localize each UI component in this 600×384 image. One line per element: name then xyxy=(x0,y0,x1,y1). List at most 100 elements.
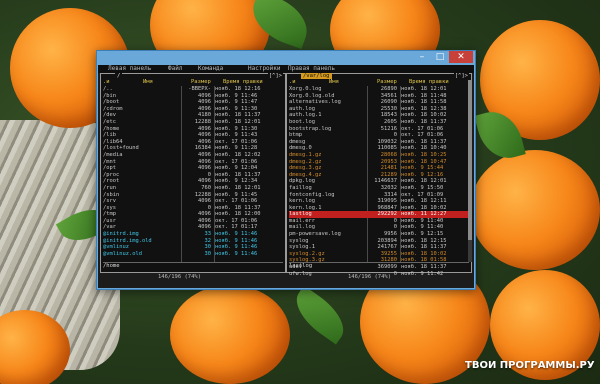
file-row[interactable]: /run 760 нояб. 18 12:01 xyxy=(103,185,283,192)
file-row[interactable]: Xorg.0.log 26890 нояб. 18 12:01 xyxy=(289,86,469,93)
file-row[interactable]: /proc 0 нояб. 18 11:37 xyxy=(103,172,283,179)
menu-options[interactable]: Настройки xyxy=(248,65,281,73)
file-row[interactable]: dmesg.3.gz 21481 нояб. 9 15:44 xyxy=(289,165,469,172)
mc-window: – □ ✕ Левая панель Файл Команда Настройк… xyxy=(96,50,476,290)
file-name: kern.log xyxy=(289,198,315,205)
file-mtime: нояб. 9 11:30 xyxy=(215,125,258,132)
file-row[interactable]: /root 4096 нояб. 9 12:34 xyxy=(103,178,283,185)
file-row[interactable]: /tmp 4096 нояб. 18 12:00 xyxy=(103,211,283,218)
sort-indicator[interactable]: .и xyxy=(103,79,110,86)
file-row[interactable]: /lib64 4096 окт. 17 01:06 xyxy=(103,139,283,146)
file-size: 20953 xyxy=(380,158,397,165)
file-name: /home xyxy=(103,125,120,132)
column-name-header[interactable]: Имя xyxy=(143,79,153,86)
file-row[interactable]: syslog 203894 нояб. 18 12:15 xyxy=(289,238,469,245)
file-row[interactable]: Xorg.0.log.old 34561 нояб. 18 11:48 xyxy=(289,93,469,100)
file-mtime: нояб. 9 12:04 xyxy=(215,165,258,172)
file-name: dpkg.log xyxy=(289,178,315,185)
file-row[interactable]: kern.log.1 968847 нояб. 18 10:02 xyxy=(289,205,469,212)
file-row[interactable]: /.. -ВВЕРХ-нояб. 18 12:16 xyxy=(103,86,283,93)
menu-file[interactable]: Файл xyxy=(168,65,182,73)
file-name: /boot xyxy=(103,99,120,106)
file-row[interactable]: /usr 4096 окт. 17 01:06 xyxy=(103,218,283,225)
file-row[interactable]: syslog.2.gz 39255 нояб. 18 10:02 xyxy=(289,251,469,258)
file-name: lastlog xyxy=(289,211,312,218)
left-file-list: /.. -ВВЕРХ-нояб. 18 12:16/bin 4096 нояб. 9 … xyxy=(103,86,283,257)
file-name: /sbin xyxy=(103,191,120,198)
title-bar[interactable]: – □ ✕ xyxy=(97,51,475,65)
file-row[interactable]: @vmlinuz.old 30 нояб. 9 11:46 xyxy=(103,251,283,258)
wallpaper-leaf xyxy=(286,285,354,345)
file-name: bootstrap.log xyxy=(289,125,332,132)
file-name: faillog xyxy=(289,184,312,191)
file-row[interactable]: mail.log 0 нояб. 9 11:40 xyxy=(289,224,469,231)
column-size-header[interactable]: Размер xyxy=(191,79,211,86)
close-button[interactable]: ✕ xyxy=(449,51,473,63)
file-row[interactable]: dmesg 109032 нояб. 18 11:37 xyxy=(289,139,469,146)
right-scrollbar[interactable] xyxy=(468,80,472,262)
file-row[interactable]: boot.log 2605 нояб. 18 11:37 xyxy=(289,119,469,126)
maximize-button[interactable]: □ xyxy=(431,51,449,63)
file-row[interactable]: /boot 4096 нояб. 9 11:47 xyxy=(103,99,283,106)
scrollbar-thumb[interactable] xyxy=(468,80,472,240)
file-row[interactable]: bootstrap.log 51216 окт. 17 01:06 xyxy=(289,126,469,133)
file-row[interactable]: @vmlinuz 30 нояб. 9 11:46 xyxy=(103,244,283,251)
file-row[interactable]: /etc 12288 нояб. 18 12:01 xyxy=(103,119,283,126)
file-row[interactable]: /bin 4096 нояб. 9 11:46 xyxy=(103,93,283,100)
file-row[interactable]: lastlog 292292 нояб. 11 12:27 xyxy=(289,211,469,218)
file-name: mail.err xyxy=(289,217,315,224)
file-row[interactable]: auth.log.1 18543 нояб. 18 10:02 xyxy=(289,112,469,119)
file-row[interactable]: auth.log 25530 нояб. 18 12:38 xyxy=(289,106,469,113)
file-row[interactable]: faillog 32032 нояб. 9 15:50 xyxy=(289,185,469,192)
file-name: /media xyxy=(103,151,123,158)
file-row[interactable]: pm-powersave.log 9956 нояб. 9 12:15 xyxy=(289,231,469,238)
minimize-button[interactable]: – xyxy=(413,51,431,63)
menu-command[interactable]: Команда xyxy=(198,65,223,73)
file-row[interactable]: /lib 4096 нояб. 9 11:43 xyxy=(103,132,283,139)
file-mtime: нояб. 9 11:45 xyxy=(215,191,258,198)
file-row[interactable]: mail.err 0 нояб. 9 11:40 xyxy=(289,218,469,225)
file-row[interactable]: /sys 0 нояб. 18 11:37 xyxy=(103,205,283,212)
file-mtime: нояб. 18 12:15 xyxy=(401,237,447,244)
file-row[interactable]: btmp 0 окт. 17 01:06 xyxy=(289,132,469,139)
menu-bar: Левая панель Файл Команда Настройки Прав… xyxy=(98,65,474,73)
column-time-header[interactable]: Время правки xyxy=(223,79,263,86)
sort-indicator[interactable]: .и xyxy=(289,79,296,86)
right-panel[interactable]: /var/log [^]> .и Имя Размер Время правки… xyxy=(286,73,472,277)
file-row[interactable]: /srv 4096 окт. 17 01:06 xyxy=(103,198,283,205)
column-name-header[interactable]: Имя xyxy=(329,79,339,86)
file-row[interactable]: /lost+found 16384 нояб. 9 11:28 xyxy=(103,145,283,152)
column-time-header[interactable]: Время правки xyxy=(409,79,449,86)
menu-left-panel[interactable]: Левая панель xyxy=(108,65,151,73)
column-size-header[interactable]: Размер xyxy=(377,79,397,86)
file-row[interactable]: /home 4096 нояб. 9 11:30 xyxy=(103,126,283,133)
file-row[interactable]: /sbin 12288 нояб. 9 11:45 xyxy=(103,192,283,199)
file-row[interactable]: /var 4096 окт. 17 01:17 xyxy=(103,224,283,231)
file-row[interactable]: /opt 4096 нояб. 9 12:04 xyxy=(103,165,283,172)
menu-right-panel[interactable]: Правая панель xyxy=(288,65,335,73)
file-row[interactable]: @initrd.img.old 32 нояб. 9 11:46 xyxy=(103,238,283,245)
file-row[interactable]: alternatives.log 26090 нояб. 18 11:58 xyxy=(289,99,469,106)
file-row[interactable]: /dev 4180 нояб. 18 11:37 xyxy=(103,112,283,119)
file-row[interactable]: fontconfig.log 3314 окт. 17 01:09 xyxy=(289,192,469,199)
file-row[interactable]: @initrd.img 33 нояб. 9 11:46 xyxy=(103,231,283,238)
file-mtime: нояб. 9 11:43 xyxy=(215,132,258,139)
file-row[interactable]: dmesg.4.gz 21289 нояб. 9 12:16 xyxy=(289,172,469,179)
wallpaper-orange xyxy=(470,150,600,270)
file-row[interactable]: dmesg.0 110085 нояб. 18 10:40 xyxy=(289,145,469,152)
file-size: 968847 xyxy=(377,204,397,211)
file-row[interactable]: dmesg.2.gz 20953 нояб. 18 10:47 xyxy=(289,159,469,166)
file-size: 4096 xyxy=(198,198,211,205)
file-row[interactable]: dmesg.1.gz 28068 нояб. 18 10:25 xyxy=(289,152,469,159)
file-row[interactable]: kern.log 319095 нояб. 18 12:11 xyxy=(289,198,469,205)
file-name: pm-powersave.log xyxy=(289,231,341,238)
file-row[interactable]: /mnt 4096 окт. 17 01:06 xyxy=(103,159,283,166)
file-row[interactable]: /media 4096 нояб. 18 12:02 xyxy=(103,152,283,159)
file-row[interactable]: syslog.1 241767 нояб. 18 11:37 xyxy=(289,244,469,251)
file-name: alternatives.log xyxy=(289,99,341,106)
file-row[interactable]: /cdrom 4096 нояб. 9 11:30 xyxy=(103,106,283,113)
file-row[interactable]: dpkg.log 1146637 нояб. 18 12:01 xyxy=(289,178,469,185)
file-mtime: нояб. 9 12:34 xyxy=(215,178,258,185)
left-panel[interactable]: / [^]> .и Имя Размер Время правки /.. -ВВ… xyxy=(100,73,286,273)
file-mtime: нояб. 18 10:40 xyxy=(401,145,447,152)
